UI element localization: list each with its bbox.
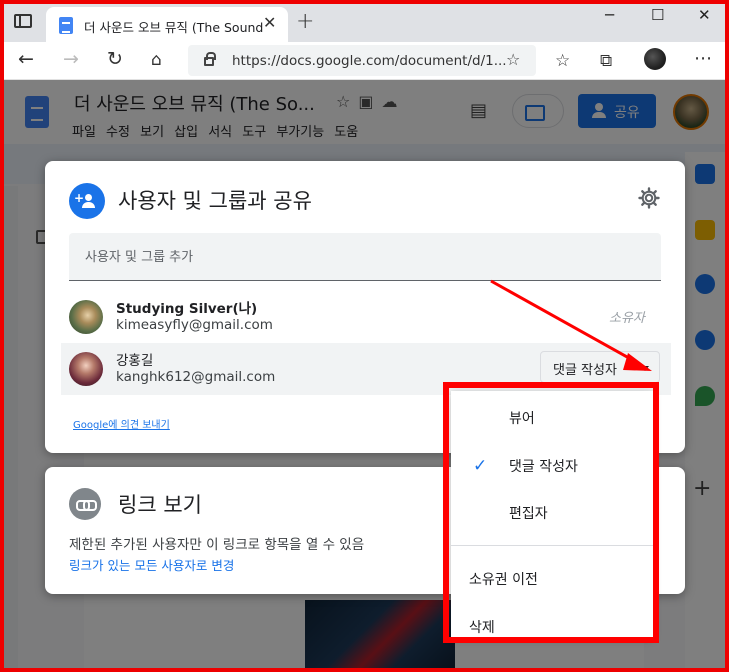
browser-profile-avatar[interactable] [644,48,666,70]
role-dropdown-label: 댓글 작성자 [553,363,617,378]
tab-title: 더 사운드 오브 뮤직 (The Sound [84,20,264,35]
owner-role-label: 소유자 [609,311,645,326]
add-people-input[interactable] [85,245,645,269]
link-card-title: 링크 보기 [118,493,202,517]
add-favorite-icon[interactable]: ☆ [506,50,520,69]
avatar [69,300,103,334]
person-name: Studying Silver(나) [116,301,258,317]
link-access-description: 제한된 추가된 사용자만 이 링크로 항목을 열 수 있음 [69,537,365,553]
share-dialog-title: 사용자 및 그룹과 공유 [118,189,312,213]
home-icon[interactable]: ⌂ [151,50,162,70]
annotation-highlight-box [443,382,659,643]
browser-toolbar: ← → ↻ ⌂ https://docs.google.com/document… [0,42,729,80]
send-feedback-link[interactable]: Google에 의견 보내기 [73,416,170,431]
person-name: 강홍길 [116,353,154,369]
lock-icon[interactable] [204,52,216,66]
browser-tab-active[interactable]: 더 사운드 오브 뮤직 (The Sound ✕ [46,7,288,42]
back-arrow-icon[interactable]: ← [18,48,34,70]
add-person-icon: + [69,183,105,219]
change-link-access-link[interactable]: 링크가 있는 모든 사용자로 변경 [69,555,234,574]
address-bar[interactable]: https://docs.google.com/document/d/1... … [188,45,536,76]
gear-icon[interactable] [637,186,661,210]
close-window-button[interactable]: ✕ [698,6,711,24]
new-tab-button[interactable]: + [296,9,314,34]
minimize-button[interactable]: ─ [605,6,614,24]
tab-strip: 더 사운드 오브 뮤직 (The Sound ✕ + ─ ☐ ✕ [0,0,729,42]
forward-arrow-icon[interactable]: → [63,48,79,70]
person-email: kimeasyfly@gmail.com [116,317,273,333]
window-menu-icon[interactable] [14,14,32,28]
collections-icon[interactable]: ⧉ [600,51,612,71]
url-text[interactable]: https://docs.google.com/document/d/1... [232,53,507,69]
maximize-button[interactable]: ☐ [651,6,664,24]
add-people-field[interactable] [69,233,661,281]
person-email: kanghk612@gmail.com [116,369,276,385]
google-docs-favicon [59,17,73,34]
role-dropdown-button[interactable]: 댓글 작성자 [540,351,660,383]
refresh-icon[interactable]: ↻ [107,48,123,70]
caret-down-icon [641,366,649,371]
tab-close-icon[interactable]: ✕ [263,13,276,32]
link-icon [69,488,101,520]
avatar [69,352,103,386]
person-row-owner: Studying Silver(나) kimeasyfly@gmail.com … [61,291,671,343]
more-menu-icon[interactable]: ⋯ [694,48,712,69]
favorites-icon[interactable]: ☆ [555,51,570,71]
